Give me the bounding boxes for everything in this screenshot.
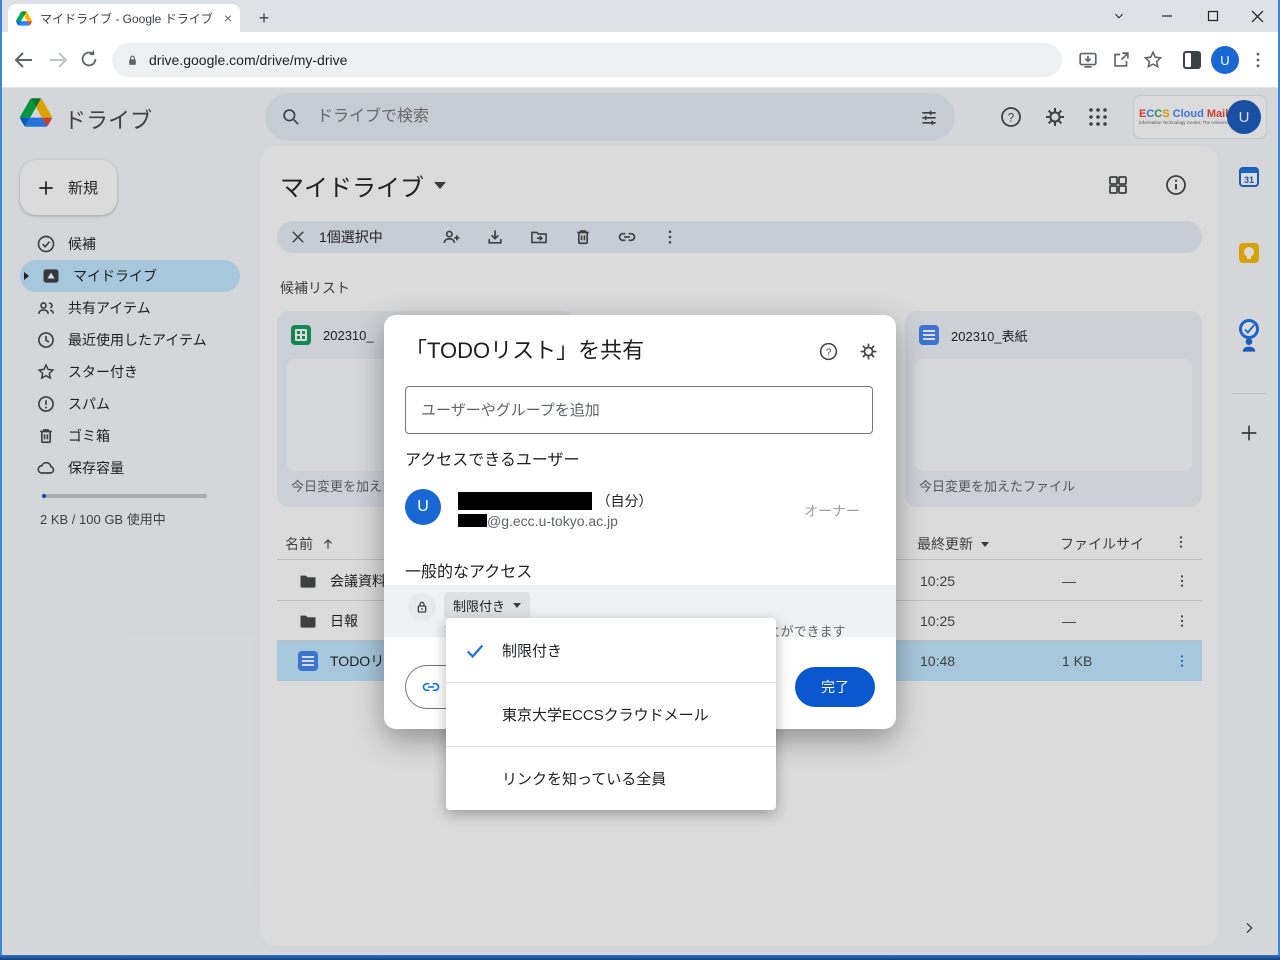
dialog-help-icon[interactable]: ? [818, 341, 839, 362]
bookmark-star-icon[interactable] [1142, 49, 1166, 73]
general-access-dropdown-button[interactable]: 制限付き [444, 592, 531, 619]
back-icon[interactable] [12, 48, 36, 72]
owner-role-label: オーナー [804, 503, 860, 519]
drive-app: ドライブ ? ECCS Cloud Mail [0, 88, 1280, 960]
window-maximize-button[interactable] [1196, 4, 1230, 28]
browser-window: マイドライブ - Google ドライブ × + drive.google.co… [0, 0, 1280, 960]
add-people-input[interactable] [405, 386, 873, 434]
browser-toolbar: drive.google.com/drive/my-drive U [0, 32, 1280, 88]
chevron-down-icon [513, 603, 522, 608]
side-panel-icon[interactable] [1183, 51, 1201, 69]
install-drive-icon[interactable] [1077, 49, 1101, 73]
check-icon [464, 640, 486, 662]
general-access-heading: 一般的なアクセス [405, 564, 533, 581]
owner-avatar: U [405, 489, 441, 525]
lock-icon [126, 53, 139, 68]
link-icon [421, 677, 441, 697]
window-minimize-button[interactable] [1150, 4, 1184, 28]
tab-title: マイドライブ - Google ドライブ [40, 11, 213, 26]
window-border-bottom [0, 955, 1280, 960]
dialog-title: 「TODOリスト」を共有 [405, 338, 645, 363]
lock-icon [408, 593, 436, 621]
svg-text:?: ? [826, 347, 832, 358]
new-tab-button[interactable]: + [252, 6, 276, 30]
window-titlebar: マイドライブ - Google ドライブ × + [0, 0, 1280, 32]
menu-item-anyone-with-link[interactable]: リンクを知っている全員 [446, 746, 776, 810]
browser-avatar[interactable]: U [1211, 46, 1239, 74]
forward-icon[interactable] [46, 48, 70, 72]
menu-item-restricted[interactable]: 制限付き [446, 618, 776, 682]
window-border-left [0, 0, 2, 960]
drive-favicon-icon [16, 10, 32, 26]
owner-name-line: （自分） [458, 491, 652, 511]
done-button[interactable]: 完了 [795, 667, 875, 707]
menu-item-eccs-cloud-mail[interactable]: 東京大学ECCSクラウドメール [446, 682, 776, 746]
url-text: drive.google.com/drive/my-drive [149, 52, 348, 68]
general-access-menu: 制限付き 東京大学ECCSクラウドメール リンクを知っている全員 [446, 618, 776, 810]
people-with-access-heading: アクセスできるユーザー [405, 452, 580, 469]
browser-tab[interactable]: マイドライブ - Google ドライブ × [8, 4, 240, 32]
reload-icon[interactable] [78, 48, 102, 72]
share-icon[interactable] [1110, 49, 1134, 73]
redacted-email-local [458, 514, 487, 528]
window-menu-chevron-icon[interactable] [1102, 4, 1136, 28]
redacted-name [458, 492, 592, 510]
dialog-settings-gear-icon[interactable] [858, 341, 879, 362]
url-bar[interactable]: drive.google.com/drive/my-drive [112, 43, 1062, 77]
tab-close-icon[interactable]: × [224, 11, 232, 25]
browser-menu-icon[interactable] [1248, 49, 1272, 73]
window-close-button[interactable] [1240, 4, 1274, 28]
owner-email-line: @g.ecc.u-tokyo.ac.jp [458, 512, 618, 530]
